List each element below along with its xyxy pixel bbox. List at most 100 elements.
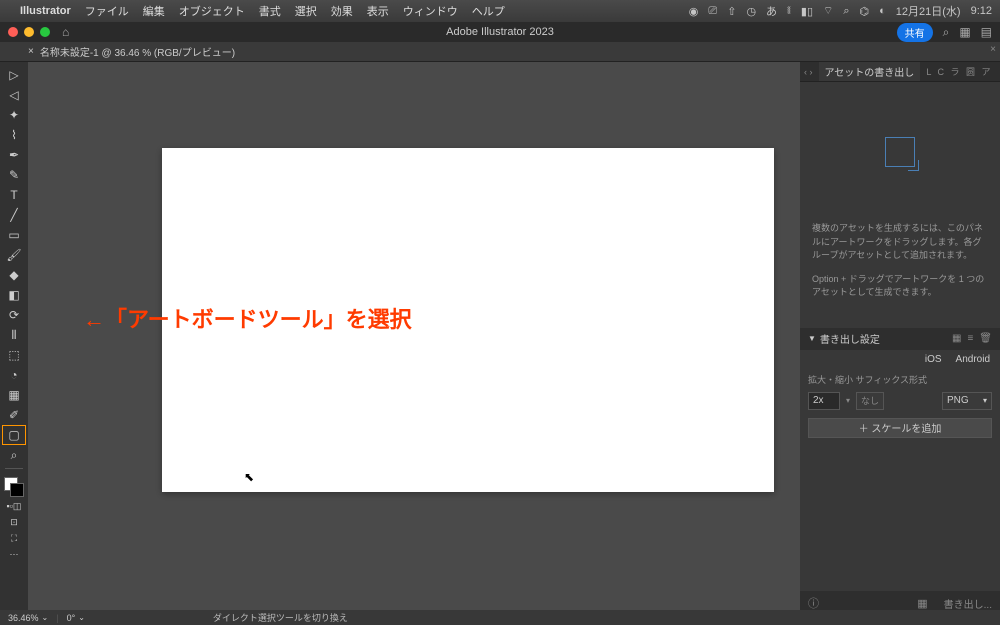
line-tool[interactable]: ╱ xyxy=(3,206,25,224)
panel-close-icon[interactable]: × xyxy=(990,44,996,55)
menu-file[interactable]: ファイル xyxy=(85,3,129,19)
grid-view-icon[interactable]: ▦ xyxy=(952,333,961,344)
document-tab[interactable]: × 名称未設定-1 @ 36.46 % (RGB/プレビュー) xyxy=(28,44,235,59)
export-settings-header[interactable]: ▼ 書き出し設定 ▦ ≡ 🗑 xyxy=(800,328,1000,350)
pen-tool[interactable]: ✒ xyxy=(3,146,25,164)
status-bar: 36.46% ⌄ | 0° ⌄ ダイレクト選択ツールを切り換え xyxy=(0,610,1000,625)
export-preview-area[interactable] xyxy=(800,82,1000,222)
curvature-tool[interactable]: ✎ xyxy=(3,166,25,184)
status-clock-icon[interactable]: ◷ xyxy=(746,5,756,18)
app-title: Adobe Illustrator 2023 xyxy=(446,26,554,38)
width-tool[interactable]: ⫴ xyxy=(3,326,25,344)
zoom-tool[interactable]: ⌕ xyxy=(3,446,25,464)
artboard-tool[interactable]: ▢ xyxy=(3,426,25,444)
panel-collapse-icon[interactable]: ‹ › xyxy=(804,67,813,77)
selection-tool[interactable]: ▷ xyxy=(3,66,25,84)
status-date[interactable]: 12月21日(水) xyxy=(896,3,961,19)
workspace-icon[interactable]: ▦ xyxy=(959,25,970,39)
list-view-icon[interactable]: ≡ xyxy=(967,333,973,344)
zoom-control[interactable]: 36.46% ⌄ xyxy=(8,613,48,623)
status-battery-icon[interactable]: ▮▯ xyxy=(801,5,813,18)
status-search-icon[interactable]: ⌕ xyxy=(843,5,849,18)
free-transform-tool[interactable]: ⬚ xyxy=(3,346,25,364)
menu-type[interactable]: 書式 xyxy=(259,3,281,19)
screen-mode-icon[interactable]: ⛶ xyxy=(3,531,25,545)
menu-effect[interactable]: 効果 xyxy=(331,3,353,19)
panel-tab-extras[interactable]: L C ラ 圆 ア xyxy=(926,65,992,78)
status-line-icon[interactable]: ◉ xyxy=(689,5,699,18)
home-icon[interactable]: ⌂ xyxy=(62,25,69,39)
eyedropper-tool[interactable]: ✐ xyxy=(3,406,25,424)
menu-select[interactable]: 選択 xyxy=(295,3,317,19)
rotate-tool[interactable]: ⟳ xyxy=(3,306,25,324)
status-cast-icon[interactable]: ⇧ xyxy=(727,5,736,18)
shaper-tool[interactable]: ◆ xyxy=(3,266,25,284)
platform-android[interactable]: Android xyxy=(956,354,990,365)
preview-grid-icon[interactable]: ▦ xyxy=(917,597,927,610)
add-scale-button[interactable]: ＋ スケールを追加 xyxy=(808,418,992,438)
platform-tabs: iOS Android xyxy=(800,350,1000,369)
arrange-icon[interactable]: ▤ xyxy=(981,25,992,39)
paintbrush-tool[interactable]: 🖌 xyxy=(3,246,25,264)
draw-mode-icons[interactable]: ⊡ xyxy=(3,515,25,529)
lasso-tool[interactable]: ⌇ xyxy=(3,126,25,144)
app-name[interactable]: Illustrator xyxy=(20,5,71,17)
menu-edit[interactable]: 編集 xyxy=(143,3,165,19)
document-tab-label: 名称未設定-1 @ 36.46 % (RGB/プレビュー) xyxy=(40,44,235,59)
menu-object[interactable]: オブジェクト xyxy=(179,3,245,19)
close-window-icon[interactable] xyxy=(8,27,18,37)
export-settings-label: 書き出し設定 xyxy=(820,331,880,346)
scale-header-label: 拡大・縮小 サフィックス形式 xyxy=(808,373,992,386)
tool-hint: ダイレクト選択ツールを切り換え xyxy=(213,611,348,624)
tools-panel: ▷ ◁ ✦ ⌇ ✒ ✎ T ╱ ▭ 🖌 ◆ ◧ ⟳ ⫴ ⬚ ◔ ▦ ✐ ▢ ⌕ … xyxy=(0,62,28,615)
maximize-window-icon[interactable] xyxy=(40,27,50,37)
export-hint-2: Option + ドラッグでアートワークを 1 つのアセットとして生成できます。 xyxy=(812,273,988,300)
scale-input[interactable] xyxy=(808,392,840,410)
status-control-icon[interactable]: ⌬ xyxy=(860,5,870,18)
menu-window[interactable]: ウィンドウ xyxy=(403,3,458,19)
status-time[interactable]: 9:12 xyxy=(971,5,992,17)
scale-dropdown-icon[interactable]: ▾ xyxy=(846,396,850,405)
disclosure-triangle-icon[interactable]: ▼ xyxy=(808,334,816,343)
color-mode-icons[interactable]: ▪▫◫ xyxy=(3,499,25,513)
tool-separator xyxy=(5,468,23,469)
share-button[interactable]: 共有 xyxy=(897,23,933,42)
menu-help[interactable]: ヘルプ xyxy=(472,3,505,19)
direct-selection-tool[interactable]: ◁ xyxy=(3,86,25,104)
panel-tab-label[interactable]: アセットの書き出し xyxy=(819,62,921,81)
gradient-tool[interactable]: ▦ xyxy=(3,386,25,404)
scale-row: ▾ なし PNG xyxy=(800,390,1000,412)
delete-icon[interactable]: 🗑 xyxy=(979,333,992,344)
suffix-select[interactable]: なし xyxy=(856,392,884,410)
type-tool[interactable]: T xyxy=(3,186,25,204)
chevron-down-icon[interactable]: ⌄ xyxy=(42,613,49,622)
info-icon[interactable]: ⓘ xyxy=(808,595,819,611)
rotation-value: 0° xyxy=(67,613,76,623)
platform-ios[interactable]: iOS xyxy=(925,354,942,365)
export-hint: 複数のアセットを生成するには、このパネルにアートワークをドラッグします。各グルー… xyxy=(800,222,1000,310)
status-siri-icon[interactable]: ◐ xyxy=(879,5,886,17)
export-placeholder-icon xyxy=(885,137,915,167)
export-button[interactable]: 書き出し... xyxy=(944,596,992,611)
shape-builder-tool[interactable]: ◔ xyxy=(3,366,25,384)
close-tab-icon[interactable]: × xyxy=(28,46,34,57)
status-screen-icon[interactable]: ⎚ xyxy=(708,5,717,18)
minimize-window-icon[interactable] xyxy=(24,27,34,37)
canvas-area[interactable]: ←「アートボードツール」を選択 ⬉ xyxy=(28,62,800,615)
fill-stroke-swatch[interactable] xyxy=(4,477,24,497)
export-hint-1: 複数のアセットを生成するには、このパネルにアートワークをドラッグします。各グルー… xyxy=(812,222,988,263)
magic-wand-tool[interactable]: ✦ xyxy=(3,106,25,124)
chevron-down-icon[interactable]: ⌄ xyxy=(78,613,85,622)
rectangle-tool[interactable]: ▭ xyxy=(3,226,25,244)
status-wifi-icon[interactable]: ⌔ xyxy=(823,4,833,18)
asset-export-panel: × ‹ › アセットの書き出し L C ラ 圆 ア 複数のアセットを生成するには… xyxy=(800,62,1000,615)
rotation-control[interactable]: 0° ⌄ xyxy=(67,613,85,623)
search-icon[interactable]: ⌕ xyxy=(943,25,950,40)
eraser-tool[interactable]: ◧ xyxy=(3,286,25,304)
status-bluetooth-icon[interactable]: ⧛ xyxy=(787,5,791,18)
edit-toolbar-icon[interactable]: ⋯ xyxy=(3,547,25,561)
format-select[interactable]: PNG xyxy=(942,392,992,410)
stroke-swatch[interactable] xyxy=(10,483,24,497)
status-ime-icon[interactable]: あ xyxy=(766,3,777,19)
menu-view[interactable]: 表示 xyxy=(367,3,389,19)
